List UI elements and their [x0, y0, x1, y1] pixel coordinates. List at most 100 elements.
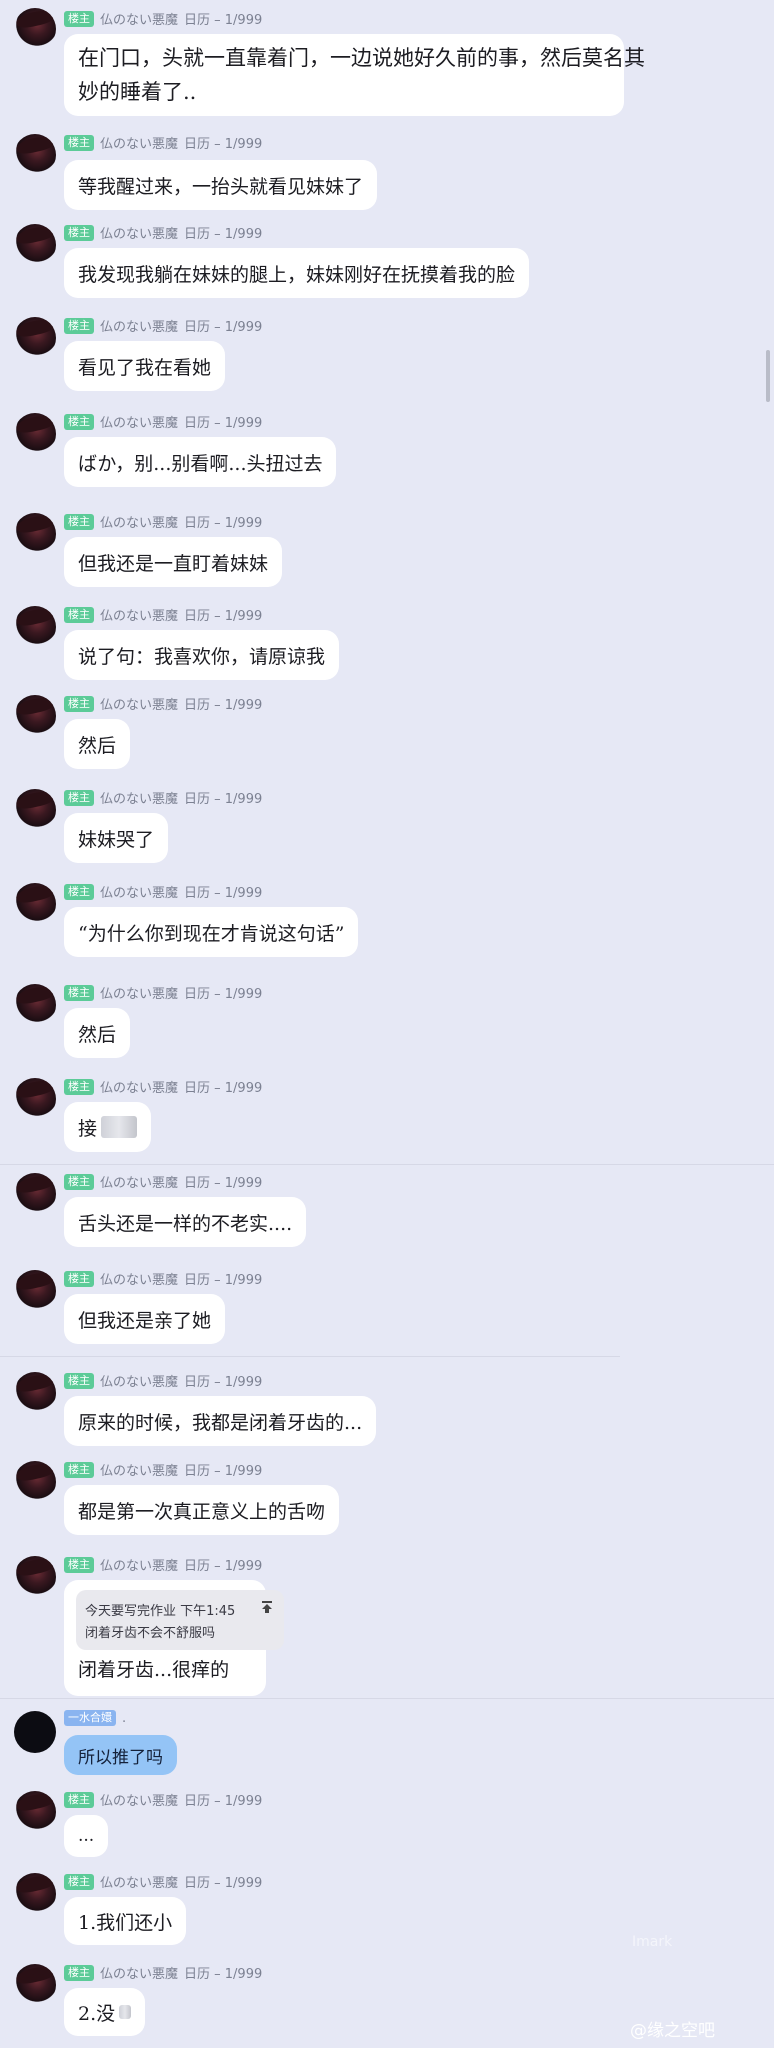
message-meta: 楼主 仏のない悪魔 日历 – 1/999 [64, 1790, 262, 1809]
avatar[interactable] [14, 1461, 56, 1503]
message-bubble[interactable]: 妹妹哭了 [64, 813, 169, 863]
message-bubble[interactable]: 原来的时候，我都是闭着牙齿的... [64, 1396, 377, 1446]
avatar[interactable] [14, 413, 56, 455]
message-meta: 楼主 仏のない悪魔 日历 – 1/999 [64, 1460, 262, 1479]
message-bubble[interactable]: ... [64, 1815, 109, 1857]
message-bubble[interactable]: ばか，别...别看啊...头扭过去 [64, 437, 337, 487]
message-text: 但我还是一直盯着妹妹 [78, 552, 269, 575]
message-text: 妙的睡着了.. [78, 80, 197, 104]
divider [0, 1698, 774, 1699]
message-bubble[interactable]: 2.没 [64, 1988, 146, 2036]
author-name: . [122, 1710, 127, 1726]
floor-label: 日历 – 1/999 [184, 1876, 263, 1891]
quoted-message[interactable]: 今天要写完作业 下午1:45 闭着牙齿不会不舒服吗 [76, 1590, 284, 1650]
message-bubble[interactable]: 所以推了吗 [64, 1735, 177, 1775]
op-badge: 楼主 [64, 134, 94, 151]
floor-label: 日历 – 1/999 [184, 1081, 263, 1096]
avatar[interactable] [14, 134, 56, 176]
scrollbar[interactable] [766, 350, 770, 402]
op-badge: 楼主 [64, 1873, 94, 1890]
op-badge: 楼主 [64, 1791, 94, 1808]
message-bubble[interactable]: 但我还是一直盯着妹妹 [64, 537, 283, 587]
message-meta: 一水合嬛 . [64, 1710, 126, 1726]
message-bubble[interactable]: 说了句：我喜欢你，请原谅我 [64, 630, 340, 680]
message-text: 闭着牙齿...很痒的 [78, 1659, 230, 1681]
avatar[interactable] [14, 984, 56, 1026]
avatar[interactable] [14, 224, 56, 266]
op-badge: 楼主 [64, 317, 94, 334]
avatar[interactable] [14, 513, 56, 555]
avatar[interactable] [14, 789, 56, 831]
quote-line: 今天要写完作业 下午1:45 [85, 1604, 236, 1619]
message-bubble[interactable]: 接 [64, 1102, 152, 1152]
message-bubble[interactable]: 然后 [64, 1008, 131, 1058]
author-name: 仏のない悪魔 [100, 1794, 179, 1809]
message-bubble[interactable]: 看见了我在看她 [64, 341, 226, 391]
message-bubble[interactable]: 我发现我躺在妹妹的腿上，妹妹刚好在抚摸着我的脸 [64, 248, 530, 298]
message-meta: 楼主 仏のない悪魔 日历 – 1/999 [64, 694, 262, 713]
op-badge: 楼主 [64, 224, 94, 241]
floor-label: 日历 – 1/999 [184, 1559, 263, 1574]
message-bubble[interactable]: 但我还是亲了她 [64, 1294, 226, 1344]
author-name: 仏のない悪魔 [100, 609, 179, 624]
message-text: ... [78, 1826, 95, 1846]
message-bubble[interactable]: 然后 [64, 719, 131, 769]
avatar[interactable] [14, 883, 56, 925]
message-text: “为什么你到现在才肯说这句话” [78, 922, 345, 945]
op-badge: 楼主 [64, 1372, 94, 1389]
message-meta: 楼主 仏のない悪魔 日历 – 1/999 [64, 133, 262, 152]
avatar[interactable] [14, 1711, 56, 1753]
author-name: 仏のない悪魔 [100, 1375, 179, 1390]
message-text: 1.我们还小 [78, 1911, 173, 1934]
author-name: 仏のない悪魔 [100, 987, 179, 1002]
author-name: 仏のない悪魔 [100, 1876, 179, 1891]
message-meta: 楼主 仏のない悪魔 日历 – 1/999 [64, 9, 262, 28]
message-bubble[interactable]: 在门口，头就一直靠着门，一边说她好久前的事，然后莫名其 妙的睡着了.. [64, 34, 645, 116]
op-badge: 楼主 [64, 1461, 94, 1478]
avatar[interactable] [14, 1873, 56, 1915]
floor-label: 日历 – 1/999 [184, 698, 263, 713]
message-text: 然后 [78, 734, 117, 757]
message-bubble[interactable]: 1.我们还小 [64, 1897, 187, 1945]
floor-label: 日历 – 1/999 [184, 516, 263, 531]
message-text: 但我还是亲了她 [78, 1309, 212, 1332]
avatar[interactable] [14, 1556, 56, 1598]
message-meta: 楼主 仏のない悪魔 日历 – 1/999 [64, 412, 262, 431]
message-bubble[interactable]: 等我醒过来，一抬头就看见妹妹了 [64, 160, 378, 210]
floor-label: 日历 – 1/999 [184, 1176, 263, 1191]
avatar[interactable] [14, 1372, 56, 1414]
avatar[interactable] [14, 1078, 56, 1120]
floor-label: 日历 – 1/999 [184, 886, 263, 901]
author-name: 仏のない悪魔 [100, 137, 179, 152]
floor-label: 日历 – 1/999 [184, 987, 263, 1002]
avatar[interactable] [14, 8, 56, 50]
message-text: 我发现我躺在妹妹的腿上，妹妹刚好在抚摸着我的脸 [78, 263, 516, 286]
message-meta: 楼主 仏のない悪魔 日历 – 1/999 [64, 882, 262, 901]
avatar[interactable] [14, 1173, 56, 1215]
author-name: 仏のない悪魔 [100, 416, 179, 431]
op-badge: 楼主 [64, 883, 94, 900]
message-bubble[interactable]: 都是第一次真正意义上的舌吻 [64, 1485, 340, 1535]
op-badge: 楼主 [64, 695, 94, 712]
avatar[interactable] [14, 695, 56, 737]
op-badge: 楼主 [64, 1556, 94, 1573]
floor-label: 日历 – 1/999 [184, 1794, 263, 1809]
avatar[interactable] [14, 606, 56, 648]
avatar[interactable] [14, 1791, 56, 1833]
message-text: 看见了我在看她 [78, 356, 212, 379]
author-name: 仏のない悪魔 [100, 1464, 179, 1479]
author-name: 仏のない悪魔 [100, 1967, 179, 1982]
message-text: ばか，别...别看啊...头扭过去 [78, 452, 323, 475]
author-name: 仏のない悪魔 [100, 516, 179, 531]
pin-top-icon[interactable] [260, 1600, 274, 1618]
message-bubble[interactable]: “为什么你到现在才肯说这句话” [64, 907, 359, 957]
op-badge: 楼主 [64, 984, 94, 1001]
message-text: 然后 [78, 1023, 117, 1046]
avatar[interactable] [14, 1964, 56, 2006]
op-badge: 楼主 [64, 413, 94, 430]
avatar[interactable] [14, 1270, 56, 1312]
avatar[interactable] [14, 317, 56, 359]
message-meta: 楼主 仏のない悪魔 日历 – 1/999 [64, 1172, 262, 1191]
message-bubble[interactable]: 舌头还是一样的不老实.... [64, 1197, 307, 1247]
author-name: 仏のない悪魔 [100, 886, 179, 901]
